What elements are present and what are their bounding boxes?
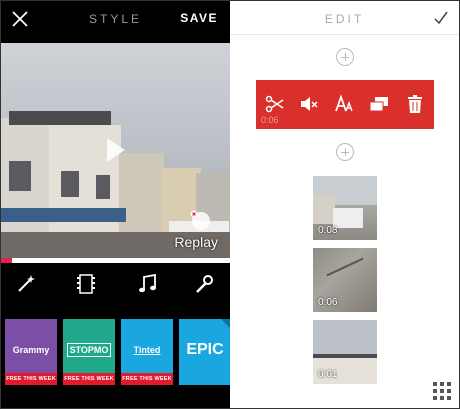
filter-name: EPIC — [186, 341, 224, 358]
replay-icon[interactable] — [190, 210, 212, 232]
save-button[interactable]: SAVE — [180, 11, 218, 25]
music-icon[interactable] — [136, 273, 158, 295]
filter-name-wrap: STOPMO — [63, 343, 115, 357]
play-icon[interactable] — [107, 138, 125, 162]
film-icon[interactable] — [75, 273, 97, 295]
replay-label[interactable]: Replay — [174, 234, 218, 250]
magic-wand-icon[interactable] — [15, 273, 37, 295]
filter-name: Tinted — [133, 345, 161, 355]
filter-tinted[interactable]: Tinted FREE THIS WEEK — [121, 319, 173, 385]
trash-icon[interactable] — [405, 94, 425, 114]
duplicate-icon[interactable] — [369, 94, 389, 114]
edit-panel: EDIT 0:06 0:08 0:06 0:01 — [230, 1, 459, 408]
header-divider — [230, 34, 459, 35]
filter-badge: FREE THIS WEEK — [63, 373, 115, 385]
clip-thumbnail[interactable]: 0:01 — [313, 320, 377, 384]
edit-bar-time: 0:06 — [261, 115, 279, 125]
video-progress-fill — [1, 258, 13, 263]
filter-epic[interactable]: EPIC — [179, 319, 230, 385]
filter-stopmo[interactable]: STOPMO FREE THIS WEEK — [63, 319, 115, 385]
clip-duration: 0:06 — [318, 297, 338, 308]
style-panel: STYLE SAVE Replay Grammy FREE THIS WEEK … — [1, 1, 230, 408]
van — [333, 208, 363, 228]
building — [313, 194, 335, 224]
video-preview[interactable]: Replay — [1, 43, 230, 258]
clip-thumbnail[interactable]: 0:06 — [313, 248, 377, 312]
filter-badge: FREE THIS WEEK — [5, 373, 57, 385]
scissors-icon[interactable] — [265, 94, 285, 114]
filter-badge: FREE THIS WEEK — [121, 373, 173, 385]
style-header: STYLE SAVE — [1, 1, 230, 37]
filter-grammy[interactable]: Grammy FREE THIS WEEK — [5, 319, 57, 385]
window — [61, 171, 79, 197]
filter-name: Grammy — [12, 345, 50, 355]
window — [9, 161, 31, 191]
clip-duration: 0:08 — [318, 225, 338, 236]
add-clip-button[interactable] — [336, 48, 354, 66]
text-icon[interactable] — [334, 94, 354, 114]
edit-title: EDIT — [324, 12, 365, 26]
filter-list: Grammy FREE THIS WEEK STOPMO FREE THIS W… — [1, 319, 230, 385]
style-toolbar — [1, 269, 230, 299]
clip-thumbnail[interactable]: 0:08 — [313, 176, 377, 240]
building-roof — [9, 111, 111, 125]
video-progress[interactable] — [1, 258, 230, 263]
window — [96, 175, 110, 199]
clip-edit-bar: 0:06 — [256, 80, 434, 129]
shopfront — [1, 208, 126, 222]
clip-duration: 0:01 — [318, 369, 338, 380]
corner-badge-icon — [221, 319, 230, 328]
filter-name: STOPMO — [66, 343, 112, 357]
roofline — [313, 354, 377, 358]
mute-icon[interactable] — [299, 94, 319, 114]
check-icon[interactable] — [433, 10, 449, 26]
wrench-icon[interactable] — [193, 273, 215, 295]
add-clip-button[interactable] — [336, 143, 354, 161]
shadow-line — [326, 257, 364, 277]
grid-icon[interactable] — [433, 382, 451, 400]
building — [119, 153, 164, 238]
